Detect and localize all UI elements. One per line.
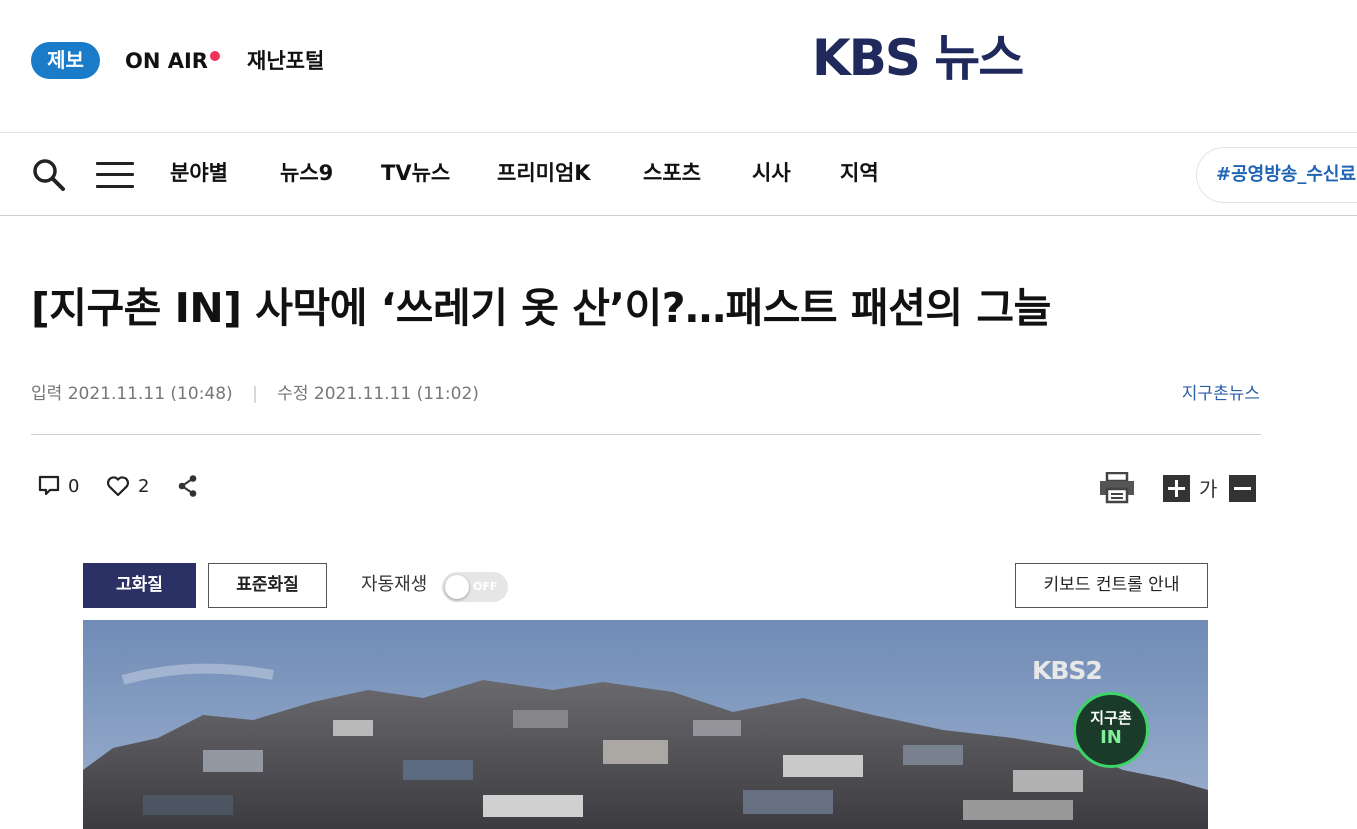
font-size-label: 가 <box>1199 477 1218 501</box>
like-button[interactable]: 2 <box>106 470 149 502</box>
autoplay-toggle[interactable]: OFF <box>442 572 508 602</box>
program-badge: 지구촌 IN <box>1073 692 1149 768</box>
disaster-portal-link[interactable]: 재난포털 <box>247 46 324 76</box>
search-icon[interactable] <box>32 158 66 192</box>
comment-count: 0 <box>68 475 80 497</box>
share-button[interactable] <box>177 470 199 502</box>
category-link[interactable]: 지구촌뉴스 <box>1182 381 1260 407</box>
input-time: 2021.11.11 (10:48) <box>67 384 233 404</box>
share-icon <box>178 475 197 497</box>
article-meta: 입력 2021.11.11 (10:48) | 수정 2021.11.11 (1… <box>31 381 479 407</box>
article-headline: [지구촌 IN] 사막에 ‘쓰레기 옷 산’이?…패스트 패션의 그늘 <box>31 284 1051 332</box>
nav-item-tv-news[interactable]: TV뉴스 <box>381 158 450 188</box>
video-player[interactable]: KBS2 지구촌 IN <box>83 620 1208 829</box>
font-decrease-minus-icon[interactable] <box>1229 475 1256 502</box>
keyboard-guide-button[interactable]: 키보드 컨트롤 안내 <box>1015 563 1208 608</box>
font-increase-plus-icon[interactable] <box>1163 475 1190 502</box>
like-count: 2 <box>138 475 150 497</box>
quality-standard-button[interactable]: 표준화질 <box>208 563 327 608</box>
comment-button[interactable]: 0 <box>38 470 79 502</box>
nav-item-category[interactable]: 분야별 <box>170 158 228 188</box>
nav-item-region[interactable]: 지역 <box>840 158 879 188</box>
nav-item-current-affairs[interactable]: 시사 <box>752 158 791 188</box>
edit-time: 2021.11.11 (11:02) <box>313 384 479 404</box>
top-header: 제보 ON AIR 재난포털 KBS 뉴스 <box>0 0 1357 133</box>
comment-icon <box>38 475 60 496</box>
meta-divider: | <box>252 384 258 404</box>
main-nav: 분야별 뉴스9 TV뉴스 프리미엄K 스포츠 시사 지역 #공영방송_수신료 <box>0 134 1357 216</box>
edit-label: 수정 <box>277 384 309 404</box>
channel-logo: KBS2 <box>1032 656 1103 685</box>
hashtag-link[interactable]: #공영방송_수신료 <box>1196 147 1357 203</box>
heart-icon <box>106 476 130 497</box>
toggle-knob <box>445 575 469 599</box>
autoplay-label: 자동재생 <box>361 574 428 595</box>
nav-item-sports[interactable]: 스포츠 <box>643 158 701 188</box>
input-label: 입력 <box>31 384 63 404</box>
kbs-news-logo[interactable]: KBS 뉴스 <box>812 26 1024 90</box>
quality-high-button[interactable]: 고화질 <box>83 563 196 608</box>
report-button[interactable]: 제보 <box>31 42 100 79</box>
onair-link[interactable]: ON AIR <box>125 46 208 76</box>
nav-item-news9[interactable]: 뉴스9 <box>280 158 333 188</box>
onair-live-dot-icon <box>210 51 220 61</box>
autoplay-state: OFF <box>473 580 498 593</box>
menu-icon[interactable] <box>96 160 134 190</box>
program-badge-top: 지구촌 <box>1090 709 1132 727</box>
nav-item-premium-k[interactable]: 프리미엄K <box>497 158 591 188</box>
header-divider <box>31 434 1261 435</box>
program-badge-bottom: IN <box>1100 727 1122 748</box>
video-frame-image <box>83 620 1208 829</box>
print-icon[interactable] <box>1098 472 1136 504</box>
